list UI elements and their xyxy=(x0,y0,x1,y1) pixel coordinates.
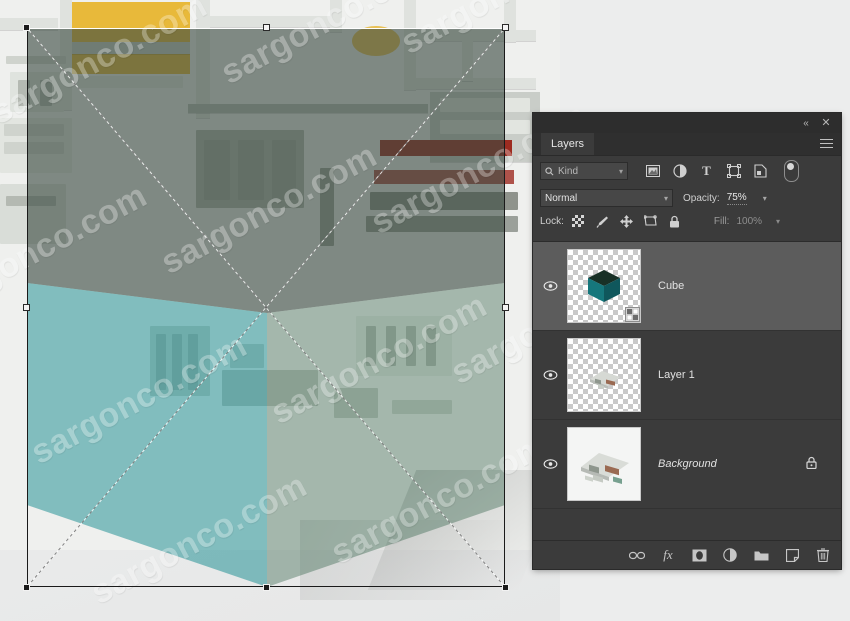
lock-image-pixels-icon[interactable] xyxy=(596,215,609,228)
filter-kind-label: Kind xyxy=(558,165,579,177)
layers-panel[interactable]: « ✕ Layers Kind ▾ T Normal ▾ Opacity: 75… xyxy=(533,113,841,569)
filter-type-layers-icon[interactable]: T xyxy=(699,163,714,179)
lock-artboard-nesting-icon[interactable] xyxy=(643,215,657,228)
layer-row-layer-1[interactable]: Layer 1 xyxy=(533,331,841,420)
layer-name-cube[interactable]: Cube xyxy=(658,280,684,292)
floorplan-full-thumbnail-art xyxy=(568,428,640,500)
eye-icon xyxy=(543,459,557,469)
panel-title-bar: « ✕ xyxy=(533,113,841,133)
fill-value[interactable]: 100% xyxy=(736,216,762,227)
architectural-render xyxy=(0,0,560,621)
filter-kind-select[interactable]: Kind ▾ xyxy=(540,162,628,180)
eye-icon xyxy=(543,370,557,380)
blend-mode-row: Normal ▾ Opacity: 75% ▾ xyxy=(533,186,841,210)
opacity-chevron-down-icon[interactable]: ▾ xyxy=(763,194,767,203)
panel-tab-row: Layers xyxy=(533,133,841,156)
blend-mode-select[interactable]: Normal ▾ xyxy=(540,189,673,207)
layer-thumbnail-background[interactable] xyxy=(567,427,641,501)
layer-row-background[interactable]: Background xyxy=(533,420,841,509)
filter-smart-objects-icon[interactable] xyxy=(753,164,768,179)
layer-thumbnail-layer-1[interactable] xyxy=(567,338,641,412)
layer-filter-row: Kind ▾ T xyxy=(533,156,841,186)
close-icon[interactable]: ✕ xyxy=(819,117,833,130)
lock-position-icon[interactable] xyxy=(619,214,633,228)
new-adjustment-layer-button[interactable] xyxy=(722,547,738,563)
chevron-down-icon: ▾ xyxy=(663,193,668,203)
new-layer-button[interactable] xyxy=(784,547,800,563)
filter-shape-layers-icon[interactable] xyxy=(726,164,741,179)
layer-style-fx-button[interactable]: fx xyxy=(660,547,676,563)
search-icon xyxy=(545,166,554,175)
tab-layers[interactable]: Layers xyxy=(541,133,595,155)
layer-thumbnail-cube[interactable] xyxy=(567,249,641,323)
filter-adjustment-layers-icon[interactable] xyxy=(672,164,687,179)
opacity-label: Opacity: xyxy=(683,192,720,204)
lock-transparent-pixels-icon[interactable] xyxy=(572,215,585,228)
panel-menu-icon[interactable] xyxy=(820,139,833,149)
smart-object-badge-icon xyxy=(625,307,640,322)
layer-row-cube[interactable]: Cube xyxy=(533,242,841,331)
layer-visibility-toggle[interactable] xyxy=(533,281,567,291)
lock-all-icon[interactable] xyxy=(668,215,681,228)
blend-mode-value: Normal xyxy=(545,192,578,204)
layer-locked-icon xyxy=(806,456,817,472)
link-layers-button[interactable] xyxy=(629,547,645,563)
lock-label: Lock: xyxy=(540,215,564,227)
add-layer-mask-button[interactable] xyxy=(691,547,707,563)
delete-layer-button[interactable] xyxy=(815,547,831,563)
opacity-value[interactable]: 75% xyxy=(726,192,747,205)
chevron-down-icon: ▾ xyxy=(618,166,623,176)
lock-row: Lock: Fill: 100% ▾ xyxy=(533,210,841,232)
layers-panel-footer: fx xyxy=(533,540,841,569)
layer-name-layer-1[interactable]: Layer 1 xyxy=(658,369,695,381)
new-group-button[interactable] xyxy=(753,547,769,563)
filter-pixel-layers-icon[interactable] xyxy=(645,164,660,179)
layer-visibility-toggle[interactable] xyxy=(533,459,567,469)
layer-list-empty-space xyxy=(533,511,841,541)
floorplan-small-thumbnail-art xyxy=(568,339,640,411)
eye-icon xyxy=(543,281,557,291)
fill-label: Fill: xyxy=(713,215,730,227)
layer-visibility-toggle[interactable] xyxy=(533,370,567,380)
layer-name-background[interactable]: Background xyxy=(658,458,717,470)
double-chevron-left-icon[interactable]: « xyxy=(799,117,813,130)
layer-list[interactable]: Cube Layer 1 Background xyxy=(533,241,841,512)
fill-chevron-down-icon[interactable]: ▾ xyxy=(776,217,780,226)
filter-enable-toggle[interactable] xyxy=(784,160,799,182)
